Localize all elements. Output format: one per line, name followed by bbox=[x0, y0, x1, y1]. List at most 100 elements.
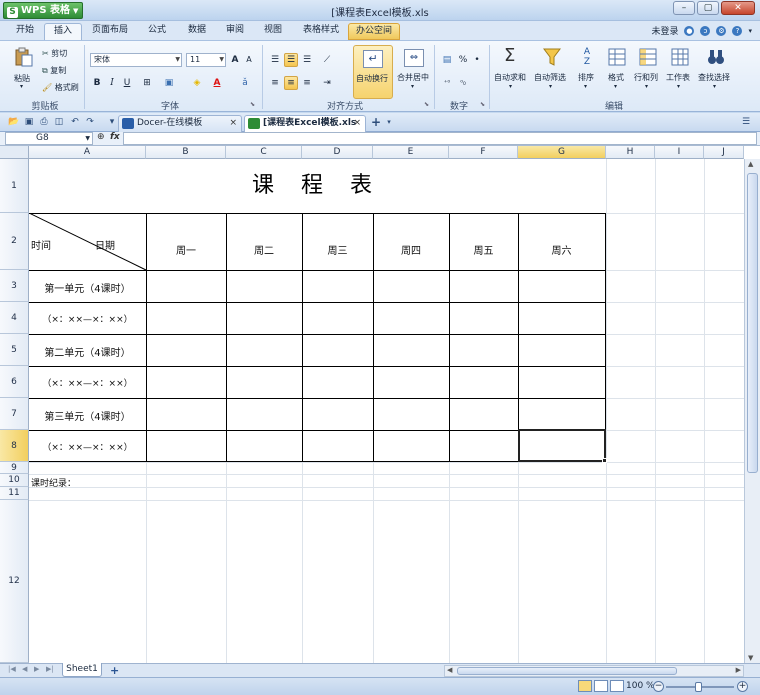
day-header-thu[interactable]: 周四 bbox=[373, 242, 449, 257]
phonetic-button[interactable]: ǎ bbox=[238, 76, 252, 90]
row-header-12[interactable]: 12 bbox=[0, 500, 29, 663]
underline-button[interactable]: U bbox=[120, 76, 134, 90]
doc-tab-docer[interactable]: Docer-在线模板 × bbox=[118, 115, 242, 132]
maximize-button[interactable]: ▢ bbox=[697, 1, 719, 15]
decrease-decimal-button[interactable]: ⁰₀ bbox=[456, 76, 470, 90]
dialog-launcher-icon[interactable]: ⬊ bbox=[424, 101, 429, 108]
align-right-button[interactable]: ≡ bbox=[300, 76, 314, 90]
column-header-c[interactable]: C bbox=[226, 146, 302, 159]
align-left-button[interactable]: ≡ bbox=[268, 76, 282, 90]
vertical-scroll-thumb[interactable] bbox=[747, 173, 758, 473]
spreadsheet-grid[interactable]: A B C D E F G H I J 1 2 3 4 5 6 7 8 9 10… bbox=[0, 146, 760, 663]
tab-review[interactable]: 审阅 bbox=[216, 23, 254, 40]
row-header-5[interactable]: 5 bbox=[0, 334, 29, 366]
column-header-b[interactable]: B bbox=[146, 146, 226, 159]
zoom-slider-thumb[interactable] bbox=[695, 682, 702, 692]
page-layout-view-icon[interactable] bbox=[594, 680, 608, 692]
zoom-in-button[interactable]: + bbox=[737, 681, 748, 692]
fill-handle[interactable] bbox=[602, 458, 607, 463]
shrink-font-button[interactable]: A bbox=[242, 53, 256, 67]
lesson-record-note[interactable]: 课时纪录： bbox=[31, 476, 76, 489]
row-header-2[interactable]: 2 bbox=[0, 213, 29, 270]
align-bottom-button[interactable]: ☰ bbox=[300, 53, 314, 67]
worksheet-button[interactable]: 工作表 ▾ bbox=[666, 45, 694, 99]
tab-office-space[interactable]: 办公空间 bbox=[348, 23, 400, 40]
day-header-sat[interactable]: 周六 bbox=[518, 242, 605, 257]
currency-button[interactable]: ▤ bbox=[440, 53, 454, 67]
tab-home[interactable]: 开始 bbox=[6, 23, 44, 40]
help-icon[interactable]: ? bbox=[732, 25, 743, 36]
row-header-11[interactable]: 11 bbox=[0, 487, 29, 500]
prev-sheet-icon[interactable]: ◀ bbox=[22, 665, 27, 673]
row-header-9[interactable]: 9 bbox=[0, 462, 29, 474]
row-header-6[interactable]: 6 bbox=[0, 366, 29, 398]
align-center-button[interactable]: ≡ bbox=[284, 76, 298, 90]
scroll-right-icon[interactable]: ▶ bbox=[736, 666, 741, 674]
column-header-h[interactable]: H bbox=[606, 146, 655, 159]
fill-color-button[interactable]: ◈ bbox=[190, 76, 204, 90]
name-box[interactable]: G8 ▼ bbox=[5, 132, 93, 145]
column-header-f[interactable]: F bbox=[449, 146, 518, 159]
settings-icon[interactable]: ⚙ bbox=[716, 25, 727, 36]
scroll-down-icon[interactable]: ▼ bbox=[748, 654, 753, 662]
align-middle-button[interactable]: ☰ bbox=[284, 53, 298, 67]
sheet-tab-sheet1[interactable]: Sheet1 bbox=[62, 663, 102, 677]
sort-button[interactable]: AZ 排序 ▾ bbox=[574, 45, 600, 99]
column-header-i[interactable]: I bbox=[655, 146, 704, 159]
close-icon[interactable]: × bbox=[229, 116, 237, 131]
column-header-e[interactable]: E bbox=[373, 146, 449, 159]
zoom-level[interactable]: 100 % bbox=[626, 681, 655, 691]
skin-icon[interactable]: ● bbox=[684, 25, 695, 36]
bold-button[interactable]: B bbox=[90, 76, 104, 90]
first-sheet-icon[interactable]: |◀ bbox=[8, 665, 16, 673]
row-label-unit1[interactable]: 第一单元（4课时） bbox=[29, 280, 146, 295]
fx-button[interactable]: fx bbox=[110, 132, 120, 142]
row-header-3[interactable]: 3 bbox=[0, 270, 29, 302]
autosum-button[interactable]: Σ 自动求和 ▾ bbox=[494, 45, 530, 99]
new-tab-icon[interactable]: + bbox=[370, 116, 382, 128]
format-painter-button[interactable]: 🖌 格式刷 bbox=[42, 82, 79, 93]
dialog-launcher-icon[interactable]: ⬊ bbox=[250, 101, 255, 108]
close-icon[interactable]: × bbox=[353, 116, 361, 131]
rows-cols-button[interactable]: 行和列 ▾ bbox=[634, 45, 662, 99]
day-header-fri[interactable]: 周五 bbox=[449, 242, 518, 257]
login-status[interactable]: 未登录 bbox=[651, 24, 678, 37]
row-header-8[interactable]: 8 bbox=[0, 430, 29, 462]
last-sheet-icon[interactable]: ▶| bbox=[46, 665, 54, 673]
row-label-unit2[interactable]: 第二单元（4课时） bbox=[29, 344, 146, 359]
zoom-out-button[interactable]: − bbox=[653, 681, 664, 692]
format-button[interactable]: 格式 ▾ bbox=[604, 45, 630, 99]
page-break-view-icon[interactable] bbox=[610, 680, 624, 692]
row-header-10[interactable]: 10 bbox=[0, 474, 29, 487]
tab-table-style[interactable]: 表格样式 bbox=[298, 23, 344, 40]
undo-icon[interactable]: ↶ bbox=[69, 116, 81, 128]
tab-data[interactable]: 数据 bbox=[178, 23, 216, 40]
day-header-mon[interactable]: 周一 bbox=[146, 242, 226, 257]
row-header-4[interactable]: 4 bbox=[0, 302, 29, 334]
formula-input[interactable] bbox=[123, 132, 757, 145]
feedback-icon[interactable]: ↄ bbox=[700, 25, 711, 36]
font-size-select[interactable]: 11 ▼ bbox=[186, 53, 226, 67]
horizontal-scrollbar[interactable]: ◀ ▶ bbox=[444, 665, 744, 677]
day-header-tue[interactable]: 周二 bbox=[226, 242, 302, 257]
chevron-down-icon[interactable]: ▾ bbox=[383, 116, 395, 128]
chevron-down-icon[interactable]: ▾ bbox=[748, 27, 752, 35]
percent-button[interactable]: % bbox=[456, 53, 470, 67]
merge-center-button[interactable]: ⇔ 合并居中 ▾ bbox=[396, 45, 432, 99]
open-icon[interactable]: 📂 bbox=[8, 116, 20, 128]
italic-button[interactable]: I bbox=[105, 76, 119, 90]
scroll-up-icon[interactable]: ▲ bbox=[748, 160, 753, 168]
select-all-corner[interactable] bbox=[0, 146, 29, 159]
column-header-g[interactable]: G bbox=[518, 146, 606, 159]
column-header-d[interactable]: D bbox=[302, 146, 373, 159]
row-label-unit3[interactable]: 第三单元（4课时） bbox=[29, 408, 146, 423]
active-cell-g8[interactable] bbox=[518, 429, 607, 463]
row-label-time1[interactable]: （×：××—×：××） bbox=[29, 312, 146, 325]
fill-style-button[interactable]: ▣ bbox=[162, 76, 176, 90]
grow-font-button[interactable]: A bbox=[228, 53, 242, 67]
font-name-select[interactable]: 宋体 ▼ bbox=[90, 53, 182, 67]
vertical-scrollbar[interactable]: ▲ ▼ bbox=[744, 159, 760, 663]
horizontal-scroll-thumb[interactable] bbox=[457, 667, 677, 675]
sheet-title[interactable]: 课 程 表 bbox=[29, 159, 605, 213]
tab-view[interactable]: 视图 bbox=[254, 23, 292, 40]
